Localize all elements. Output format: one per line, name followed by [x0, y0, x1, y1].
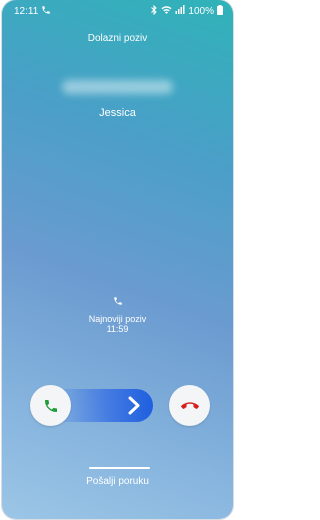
status-left: 12:11: [14, 5, 51, 18]
phone-decline-icon: [180, 401, 199, 409]
wifi-icon: [161, 5, 172, 17]
status-right: 100%: [150, 4, 223, 18]
status-time: 12:11: [14, 5, 39, 17]
send-message-button[interactable]: Pošalji poruku: [2, 476, 233, 487]
status-bar: 12:11 100%: [2, 0, 233, 22]
battery-icon: [217, 4, 223, 18]
recent-call-phone-icon: [113, 293, 123, 305]
call-status-label: Dolazni poziv: [87, 33, 148, 44]
answer-call-button[interactable]: [30, 385, 71, 426]
phone-answer-icon: [44, 399, 57, 412]
phone-icon: [41, 5, 51, 18]
caller-number-blurred: [62, 80, 173, 94]
bluetooth-icon: [150, 4, 158, 18]
caller-name: Jessica: [99, 107, 136, 119]
signal-icon: [175, 5, 185, 17]
recent-call-info: Najnoviji poziv 11:59: [2, 293, 233, 334]
swipe-arrow-icon: [128, 396, 140, 415]
recent-call-label: Najnoviji poziv: [88, 314, 147, 324]
decline-call-button[interactable]: [169, 385, 210, 426]
recent-call-time: 11:59: [106, 324, 129, 334]
incoming-call-screen: 12:11 100% Dolazni poziv Jessica Najnovi…: [2, 0, 233, 519]
message-handle: [89, 467, 150, 469]
battery-percent: 100%: [188, 5, 214, 17]
